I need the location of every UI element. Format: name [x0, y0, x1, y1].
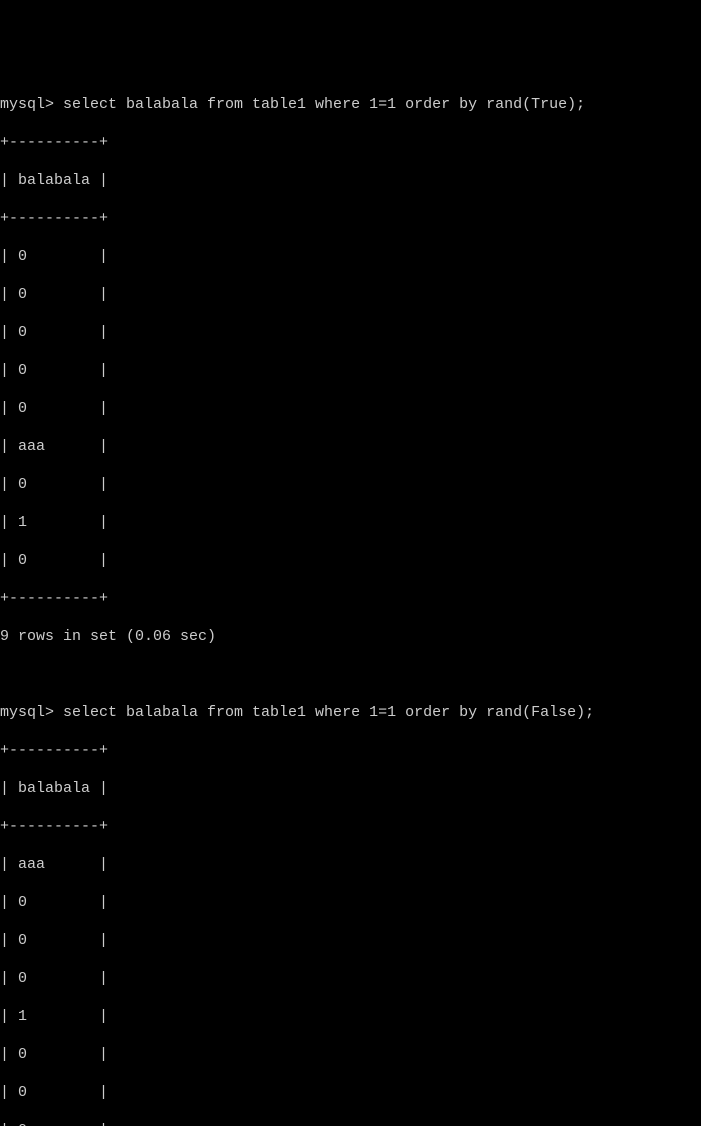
- table-row: | aaa |: [0, 437, 701, 456]
- table-row: | 0 |: [0, 1083, 701, 1102]
- table-row: | aaa |: [0, 855, 701, 874]
- sql-query-1: select balabala from table1 where 1=1 or…: [54, 95, 585, 114]
- blank-line: [0, 665, 701, 684]
- table-row: | 0 |: [0, 475, 701, 494]
- table-border-top-1: +----------+: [0, 133, 701, 152]
- table-border-mid-2: +----------+: [0, 817, 701, 836]
- table-border-mid-1: +----------+: [0, 209, 701, 228]
- table-row: | 0 |: [0, 931, 701, 950]
- table-border-bottom-1: +----------+: [0, 589, 701, 608]
- table-row: | 0 |: [0, 323, 701, 342]
- table-row: | 0 |: [0, 361, 701, 380]
- table-row: | 0 |: [0, 1045, 701, 1064]
- query1-prompt-line: mysql> select balabala from table1 where…: [0, 95, 701, 114]
- table-row: | 0 |: [0, 551, 701, 570]
- table-row: | 0 |: [0, 1121, 701, 1126]
- table-row: | 1 |: [0, 513, 701, 532]
- terminal-window[interactable]: mysql> select balabala from table1 where…: [0, 76, 701, 1126]
- table-row: | 0 |: [0, 285, 701, 304]
- query1-status: 9 rows in set (0.06 sec): [0, 627, 701, 646]
- table-border-top-2: +----------+: [0, 741, 701, 760]
- table-header-1: | balabala |: [0, 171, 701, 190]
- query2-prompt-line: mysql> select balabala from table1 where…: [0, 703, 701, 722]
- sql-query-2: select balabala from table1 where 1=1 or…: [54, 703, 594, 722]
- mysql-prompt: mysql>: [0, 703, 54, 722]
- table-row: | 0 |: [0, 247, 701, 266]
- table-row: | 1 |: [0, 1007, 701, 1026]
- table-row: | 0 |: [0, 399, 701, 418]
- table-header-2: | balabala |: [0, 779, 701, 798]
- table-row: | 0 |: [0, 893, 701, 912]
- mysql-prompt: mysql>: [0, 95, 54, 114]
- table-row: | 0 |: [0, 969, 701, 988]
